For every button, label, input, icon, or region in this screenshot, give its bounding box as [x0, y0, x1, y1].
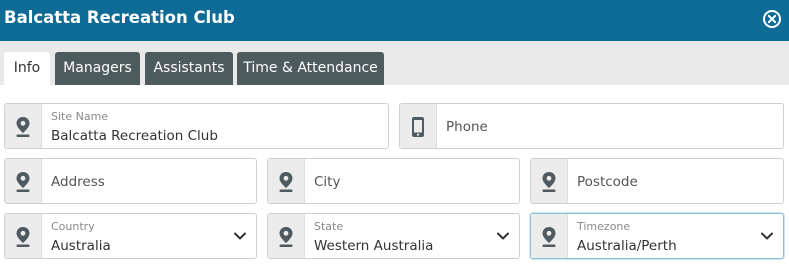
dialog-header: Balcatta Recreation Club: [0, 0, 789, 41]
phone-placeholder: Phone: [446, 119, 488, 135]
country-icon-box: [5, 214, 42, 258]
phone-icon-box: [400, 104, 437, 148]
tab-label: Time & Attendance: [243, 60, 378, 76]
tab-bar: Info Managers Assistants Time & Attendan…: [0, 41, 789, 85]
location-pin-icon: [542, 227, 556, 247]
timezone-value: Australia/Perth: [577, 238, 677, 254]
tab-label: Managers: [63, 60, 132, 76]
tab-info[interactable]: Info: [4, 52, 50, 85]
country-select[interactable]: Country Australia: [4, 213, 257, 259]
location-pin-icon: [279, 227, 293, 247]
timezone-icon-box: [531, 214, 568, 258]
state-label: State: [314, 220, 344, 233]
address-placeholder: Address: [51, 174, 105, 190]
location-pin-icon: [542, 172, 556, 192]
country-label: Country: [51, 220, 95, 233]
tab-label: Assistants: [153, 60, 225, 76]
tab-managers[interactable]: Managers: [55, 52, 140, 85]
chevron-down-icon[interactable]: [497, 232, 509, 240]
state-icon-box: [268, 214, 305, 258]
close-icon[interactable]: [762, 9, 782, 29]
location-pin-icon: [16, 227, 30, 247]
phone-field[interactable]: Phone: [399, 103, 784, 149]
state-value: Western Australia: [314, 238, 434, 254]
phone-icon: [412, 117, 424, 137]
site-name-icon-box: [5, 104, 42, 148]
city-icon-box: [268, 159, 305, 203]
postcode-field[interactable]: Postcode: [530, 158, 784, 204]
location-pin-icon: [16, 172, 30, 192]
site-name-label: Site Name: [51, 110, 109, 123]
address-icon-box: [5, 159, 42, 203]
postcode-placeholder: Postcode: [577, 174, 638, 190]
tab-label: Info: [13, 60, 41, 76]
chevron-down-icon[interactable]: [761, 232, 773, 240]
tab-assistants[interactable]: Assistants: [145, 52, 233, 85]
dialog-title: Balcatta Recreation Club: [4, 8, 235, 27]
country-value: Australia: [51, 238, 111, 254]
timezone-label: Timezone: [577, 220, 631, 233]
timezone-select[interactable]: Timezone Australia/Perth: [530, 213, 784, 259]
location-pin-icon: [279, 172, 293, 192]
city-placeholder: City: [314, 174, 341, 190]
address-field[interactable]: Address: [4, 158, 257, 204]
site-name-field[interactable]: Site Name Balcatta Recreation Club: [4, 103, 389, 149]
city-field[interactable]: City: [267, 158, 520, 204]
state-select[interactable]: State Western Australia: [267, 213, 520, 259]
site-name-value: Balcatta Recreation Club: [51, 128, 218, 144]
tab-time-attendance[interactable]: Time & Attendance: [237, 52, 384, 85]
location-pin-icon: [16, 117, 30, 137]
chevron-down-icon[interactable]: [234, 232, 246, 240]
postcode-icon-box: [531, 159, 568, 203]
